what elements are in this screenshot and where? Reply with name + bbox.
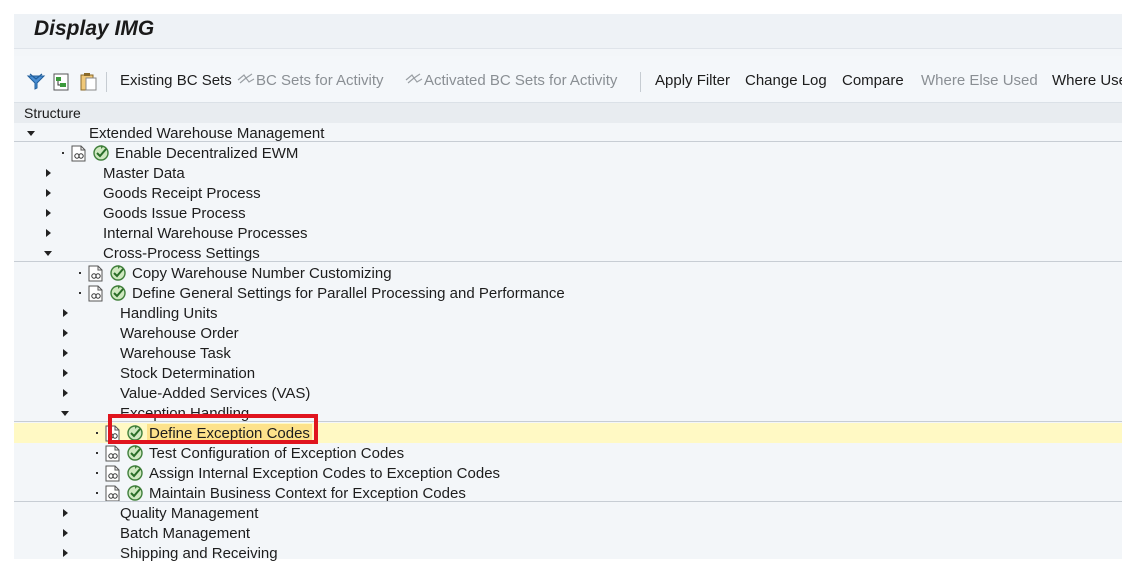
application-toolbar: Existing BC Sets BC Sets for Activity Ac… [14, 56, 1122, 103]
tree-node-label: Goods Receipt Process [103, 185, 261, 202]
tree-node-label: Value-Added Services (VAS) [120, 385, 311, 402]
tree-node-batch-management[interactable]: Batch Management [14, 523, 1122, 543]
collapse-arrow-icon[interactable] [44, 251, 52, 256]
collapse-arrow-icon[interactable] [61, 411, 69, 416]
tree-node-maintain-business-context-for-exception-codes[interactable]: Maintain Business Context for Exception … [14, 483, 1122, 503]
tree-node-label: Quality Management [120, 505, 259, 522]
tree-node-extended-warehouse-management[interactable]: Extended Warehouse Management [14, 123, 1122, 143]
tree-node-label: Enable Decentralized EWM [115, 145, 299, 162]
leaf-bullet [96, 432, 98, 434]
tree-node-label: Extended Warehouse Management [89, 125, 325, 142]
expand-arrow-icon[interactable] [46, 229, 51, 237]
tree-node-master-data[interactable]: Master Data [14, 163, 1122, 183]
tree-node-label: Goods Issue Process [103, 205, 246, 222]
expand-arrow-icon[interactable] [63, 329, 68, 337]
tree-node-goods-issue-process[interactable]: Goods Issue Process [14, 203, 1122, 223]
img-window: Display IMG Existing BC Sets BC Sets for… [14, 14, 1122, 562]
activated-bc-sets-for-activity-button[interactable]: Activated BC Sets for Activity [405, 68, 617, 94]
filter-funnel-icon[interactable] [26, 72, 46, 92]
collapse-arrow-icon[interactable] [27, 131, 35, 136]
tree-node-label: Test Configuration of Exception Codes [149, 445, 405, 462]
tree-node-handling-units[interactable]: Handling Units [14, 303, 1122, 323]
expand-arrow-icon[interactable] [46, 209, 51, 217]
bc-set-icon [237, 72, 256, 89]
tree-node-label: Assign Internal Exception Codes to Excep… [149, 465, 501, 482]
leaf-bullet [96, 452, 98, 454]
window-title: Display IMG [34, 17, 155, 40]
tree-node-label: Stock Determination [120, 365, 256, 382]
bc-sets-for-activity-button[interactable]: BC Sets for Activity [237, 68, 384, 94]
tree-node-cross-process-settings[interactable]: Cross-Process Settings [14, 243, 1122, 263]
tree-node-label: Maintain Business Context for Exception … [149, 485, 466, 502]
existing-bc-sets-button[interactable]: Existing BC Sets [120, 68, 232, 94]
expand-arrow-icon[interactable] [46, 189, 51, 197]
expand-arrow-icon[interactable] [63, 389, 68, 397]
title-bar: Display IMG [14, 14, 1122, 49]
tree-node-label: Copy Warehouse Number Customizing [132, 265, 392, 282]
expand-arrow-icon[interactable] [46, 169, 51, 177]
leaf-bullet [79, 272, 81, 274]
tree-node-warehouse-task[interactable]: Warehouse Task [14, 343, 1122, 363]
tree-node-define-general-settings-for-parallel-processing-and-performance[interactable]: Define General Settings for Parallel Pro… [14, 283, 1122, 303]
structure-column-header: Structure [14, 102, 1122, 123]
tree-node-enable-decentralized-ewm[interactable]: Enable Decentralized EWM [14, 143, 1122, 163]
expand-arrow-icon[interactable] [63, 309, 68, 317]
clipboard-icon[interactable] [78, 72, 98, 92]
where-else-used-button[interactable]: Where Else Used [921, 68, 1038, 94]
expand-arrow-icon[interactable] [63, 349, 68, 357]
tree-divider [14, 141, 1122, 142]
toolbar-separator [106, 72, 107, 92]
leaf-bullet [96, 472, 98, 474]
tree-divider [14, 261, 1122, 262]
tree-node-label: Shipping and Receiving [120, 545, 278, 562]
tree-node-label: Warehouse Task [120, 345, 231, 362]
tree-node-label: Batch Management [120, 525, 251, 542]
tree-node-quality-management[interactable]: Quality Management [14, 503, 1122, 523]
apply-filter-button[interactable]: Apply Filter [655, 68, 730, 94]
expand-arrow-icon[interactable] [63, 509, 68, 517]
where-used-button[interactable]: Where Use [1052, 68, 1122, 94]
expand-arrow-icon[interactable] [63, 529, 68, 537]
tree-divider [14, 501, 1122, 502]
structure-header-label: Structure [24, 105, 81, 121]
tree-node-label: Warehouse Order [120, 325, 239, 342]
tree-node-value-added-services-vas[interactable]: Value-Added Services (VAS) [14, 383, 1122, 403]
tree-node-label: Cross-Process Settings [103, 245, 260, 262]
tree-node-warehouse-order[interactable]: Warehouse Order [14, 323, 1122, 343]
tree-node-test-configuration-of-exception-codes[interactable]: Test Configuration of Exception Codes [14, 443, 1122, 463]
toolbar-separator [640, 72, 641, 92]
leaf-bullet [96, 492, 98, 494]
tree-node-assign-internal-exception-codes-to-exception-codes[interactable]: Assign Internal Exception Codes to Excep… [14, 463, 1122, 483]
expand-arrow-icon[interactable] [63, 549, 68, 557]
leaf-bullet [79, 292, 81, 294]
bc-set-icon [405, 72, 424, 89]
compare-button[interactable]: Compare [842, 68, 904, 94]
tree-node-copy-warehouse-number-customizing[interactable]: Copy Warehouse Number Customizing [14, 263, 1122, 283]
tree-node-internal-warehouse-processes[interactable]: Internal Warehouse Processes [14, 223, 1122, 243]
bc-sets-for-activity-label: BC Sets for Activity [256, 72, 384, 89]
tree-node-label: Master Data [103, 165, 185, 182]
tree-node-shipping-and-receiving[interactable]: Shipping and Receiving [14, 543, 1122, 563]
change-log-button[interactable]: Change Log [745, 68, 827, 94]
tree-node-goods-receipt-process[interactable]: Goods Receipt Process [14, 183, 1122, 203]
tree-node-label: Define General Settings for Parallel Pro… [132, 285, 565, 302]
leaf-bullet [62, 152, 64, 154]
annotation-highlight-box [108, 414, 318, 444]
tree-node-label: Handling Units [120, 305, 218, 322]
activated-bc-sets-label: Activated BC Sets for Activity [424, 72, 618, 89]
tree-node-label: Internal Warehouse Processes [103, 225, 308, 242]
tree-node-stock-determination[interactable]: Stock Determination [14, 363, 1122, 383]
expand-arrow-icon[interactable] [63, 369, 68, 377]
expand-tree-icon[interactable] [52, 72, 72, 92]
